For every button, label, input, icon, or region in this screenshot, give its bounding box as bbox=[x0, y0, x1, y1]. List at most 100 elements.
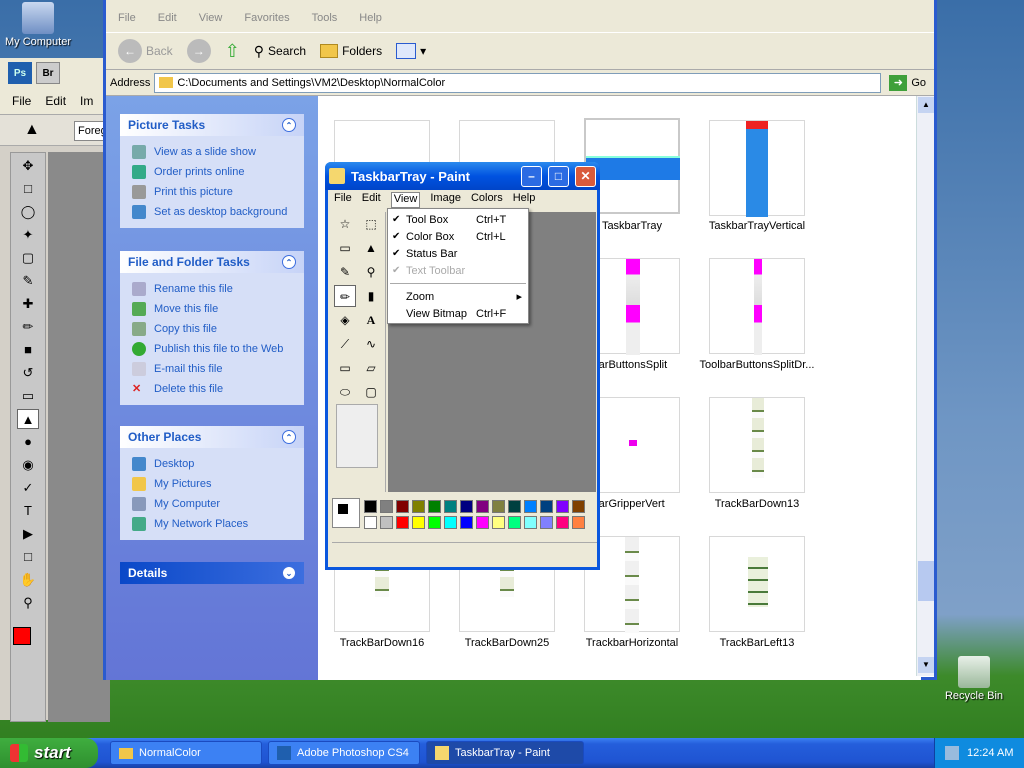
palette-swatch[interactable] bbox=[524, 500, 537, 513]
rect-select-icon[interactable]: ⬚ bbox=[360, 213, 382, 235]
menu-item-zoom[interactable]: Zoom ▸ bbox=[388, 288, 528, 305]
palette-swatch[interactable] bbox=[428, 516, 441, 529]
clock[interactable]: 12:24 AM bbox=[967, 747, 1013, 759]
file-thumb-trackbarleft13[interactable] bbox=[709, 536, 805, 632]
place-desktop[interactable]: Desktop bbox=[132, 454, 294, 474]
eraser-tool-icon[interactable]: ▭ bbox=[17, 386, 39, 406]
paint-menu-view[interactable]: View bbox=[390, 192, 421, 208]
palette-swatch[interactable] bbox=[412, 500, 425, 513]
paint-menu-help[interactable]: Help bbox=[513, 192, 536, 208]
crop-tool-icon[interactable]: ▢ bbox=[17, 248, 39, 268]
folders-button[interactable]: Folders bbox=[316, 42, 386, 60]
path-select-icon[interactable]: ▶ bbox=[17, 524, 39, 544]
file-name[interactable]: TrackBarDown16 bbox=[312, 637, 452, 649]
task-copy[interactable]: Copy this file bbox=[132, 319, 294, 339]
free-select-icon[interactable]: ☆ bbox=[334, 213, 356, 235]
line-icon[interactable]: ⟋ bbox=[334, 333, 356, 355]
ps-logo-button[interactable]: Ps bbox=[8, 62, 32, 84]
palette-swatch[interactable] bbox=[476, 500, 489, 513]
menu-item-toolbox[interactable]: ✔ Tool Box Ctrl+T bbox=[388, 211, 528, 228]
exp-menu-view[interactable]: View bbox=[199, 12, 223, 32]
pen-tool-icon[interactable]: ✓ bbox=[17, 478, 39, 498]
file-thumb-taskbartrayvertical[interactable] bbox=[709, 120, 805, 217]
task-paint[interactable]: TaskbarTray - Paint bbox=[426, 741, 584, 765]
palette-swatch[interactable] bbox=[508, 500, 521, 513]
curve-icon[interactable]: ∿ bbox=[360, 333, 382, 355]
file-thumb-trackbardown13[interactable] bbox=[709, 397, 805, 493]
eraser-icon[interactable]: ▭ bbox=[334, 237, 356, 259]
current-colors-box[interactable] bbox=[332, 498, 360, 528]
hand-tool-icon[interactable]: ✋ bbox=[17, 570, 39, 590]
network-tray-icon[interactable] bbox=[945, 746, 959, 760]
place-network[interactable]: My Network Places bbox=[132, 514, 294, 534]
paint-menu-image[interactable]: Image bbox=[430, 192, 461, 208]
details-header[interactable]: Details ⌄ bbox=[120, 562, 304, 584]
my-computer-desktop-icon[interactable]: My Computer bbox=[0, 2, 76, 48]
type-tool-icon[interactable]: T bbox=[17, 501, 39, 521]
polygon-icon[interactable]: ▱ bbox=[360, 357, 382, 379]
menu-item-colorbox[interactable]: ✔ Color Box Ctrl+L bbox=[388, 228, 528, 245]
task-move[interactable]: Move this file bbox=[132, 299, 294, 319]
history-brush-icon[interactable]: ↺ bbox=[17, 363, 39, 383]
task-rename[interactable]: Rename this file bbox=[132, 279, 294, 299]
collapse-chevron-icon[interactable]: ⌃ bbox=[282, 255, 296, 269]
search-button[interactable]: ⚲ Search bbox=[250, 41, 310, 62]
palette-swatch[interactable] bbox=[444, 516, 457, 529]
picture-tasks-header[interactable]: Picture Tasks ⌃ bbox=[120, 114, 304, 136]
up-folder-button[interactable]: ⇧ bbox=[221, 39, 244, 64]
file-name[interactable]: TrackBarDown13 bbox=[687, 498, 827, 510]
palette-swatch[interactable] bbox=[396, 516, 409, 529]
rectangle-icon[interactable]: ▭ bbox=[334, 357, 356, 379]
palette-swatch[interactable] bbox=[492, 516, 505, 529]
file-tasks-header[interactable]: File and Folder Tasks ⌃ bbox=[120, 251, 304, 273]
menu-item-statusbar[interactable]: ✔ Status Bar bbox=[388, 245, 528, 262]
scroll-thumb[interactable] bbox=[918, 561, 934, 601]
paint-menu-edit[interactable]: Edit bbox=[362, 192, 381, 208]
views-button[interactable]: ▾ bbox=[392, 41, 430, 61]
foreground-color-swatch[interactable] bbox=[13, 627, 31, 645]
menu-item-viewbitmap[interactable]: View Bitmap Ctrl+F bbox=[388, 305, 528, 322]
palette-swatch[interactable] bbox=[364, 516, 377, 529]
pencil-icon[interactable]: ✏ bbox=[334, 285, 356, 307]
palette-swatch[interactable] bbox=[444, 500, 457, 513]
back-button[interactable]: ← Back bbox=[114, 37, 177, 65]
place-my-pictures[interactable]: My Pictures bbox=[132, 474, 294, 494]
exp-menu-edit[interactable]: Edit bbox=[158, 12, 177, 32]
task-slideshow[interactable]: View as a slide show bbox=[132, 142, 294, 162]
ps-menu-image[interactable]: Im bbox=[80, 94, 93, 108]
exp-menu-file[interactable]: File bbox=[118, 12, 136, 32]
brush-icon[interactable]: ▮ bbox=[360, 285, 382, 307]
ps-menu-edit[interactable]: Edit bbox=[45, 94, 66, 108]
paint-bucket-icon[interactable]: ▲ bbox=[24, 121, 40, 139]
palette-swatch[interactable] bbox=[460, 500, 473, 513]
palette-swatch[interactable] bbox=[396, 500, 409, 513]
address-input[interactable]: C:\Documents and Settings\VM2\Desktop\No… bbox=[154, 72, 882, 93]
file-name[interactable]: TrackbarHorizontal bbox=[562, 637, 702, 649]
shape-tool-icon[interactable]: □ bbox=[17, 547, 39, 567]
task-print[interactable]: Print this picture bbox=[132, 182, 294, 202]
palette-swatch[interactable] bbox=[380, 516, 393, 529]
file-name[interactable]: TaskbarTrayVertical bbox=[687, 220, 827, 232]
text-tool-icon[interactable]: A bbox=[360, 309, 382, 331]
recycle-bin-desktop-icon[interactable]: Recycle Bin bbox=[936, 656, 1012, 702]
task-publish[interactable]: Publish this file to the Web bbox=[132, 339, 294, 359]
close-button[interactable]: ✕ bbox=[575, 165, 596, 187]
task-set-background[interactable]: Set as desktop background bbox=[132, 202, 294, 222]
eyedropper-icon[interactable]: ✎ bbox=[17, 271, 39, 291]
palette-swatch[interactable] bbox=[492, 500, 505, 513]
place-my-computer[interactable]: My Computer bbox=[132, 494, 294, 514]
palette-swatch[interactable] bbox=[572, 500, 585, 513]
exp-menu-favorites[interactable]: Favorites bbox=[244, 12, 289, 32]
task-email[interactable]: E-mail this file bbox=[132, 359, 294, 379]
palette-swatch[interactable] bbox=[412, 516, 425, 529]
palette-swatch[interactable] bbox=[476, 516, 489, 529]
tool-options-box[interactable] bbox=[336, 404, 378, 468]
palette-swatch[interactable] bbox=[556, 500, 569, 513]
collapse-chevron-icon[interactable]: ⌃ bbox=[282, 118, 296, 132]
scroll-down-arrow-icon[interactable]: ▼ bbox=[918, 657, 934, 673]
file-thumb-toolbarbuttonssplitdr[interactable] bbox=[709, 258, 805, 355]
vertical-scrollbar[interactable]: ▲ ▼ bbox=[916, 96, 934, 676]
pick-color-icon[interactable]: ✎ bbox=[334, 261, 356, 283]
palette-swatch[interactable] bbox=[540, 500, 553, 513]
ps-menu-file[interactable]: File bbox=[12, 94, 31, 108]
